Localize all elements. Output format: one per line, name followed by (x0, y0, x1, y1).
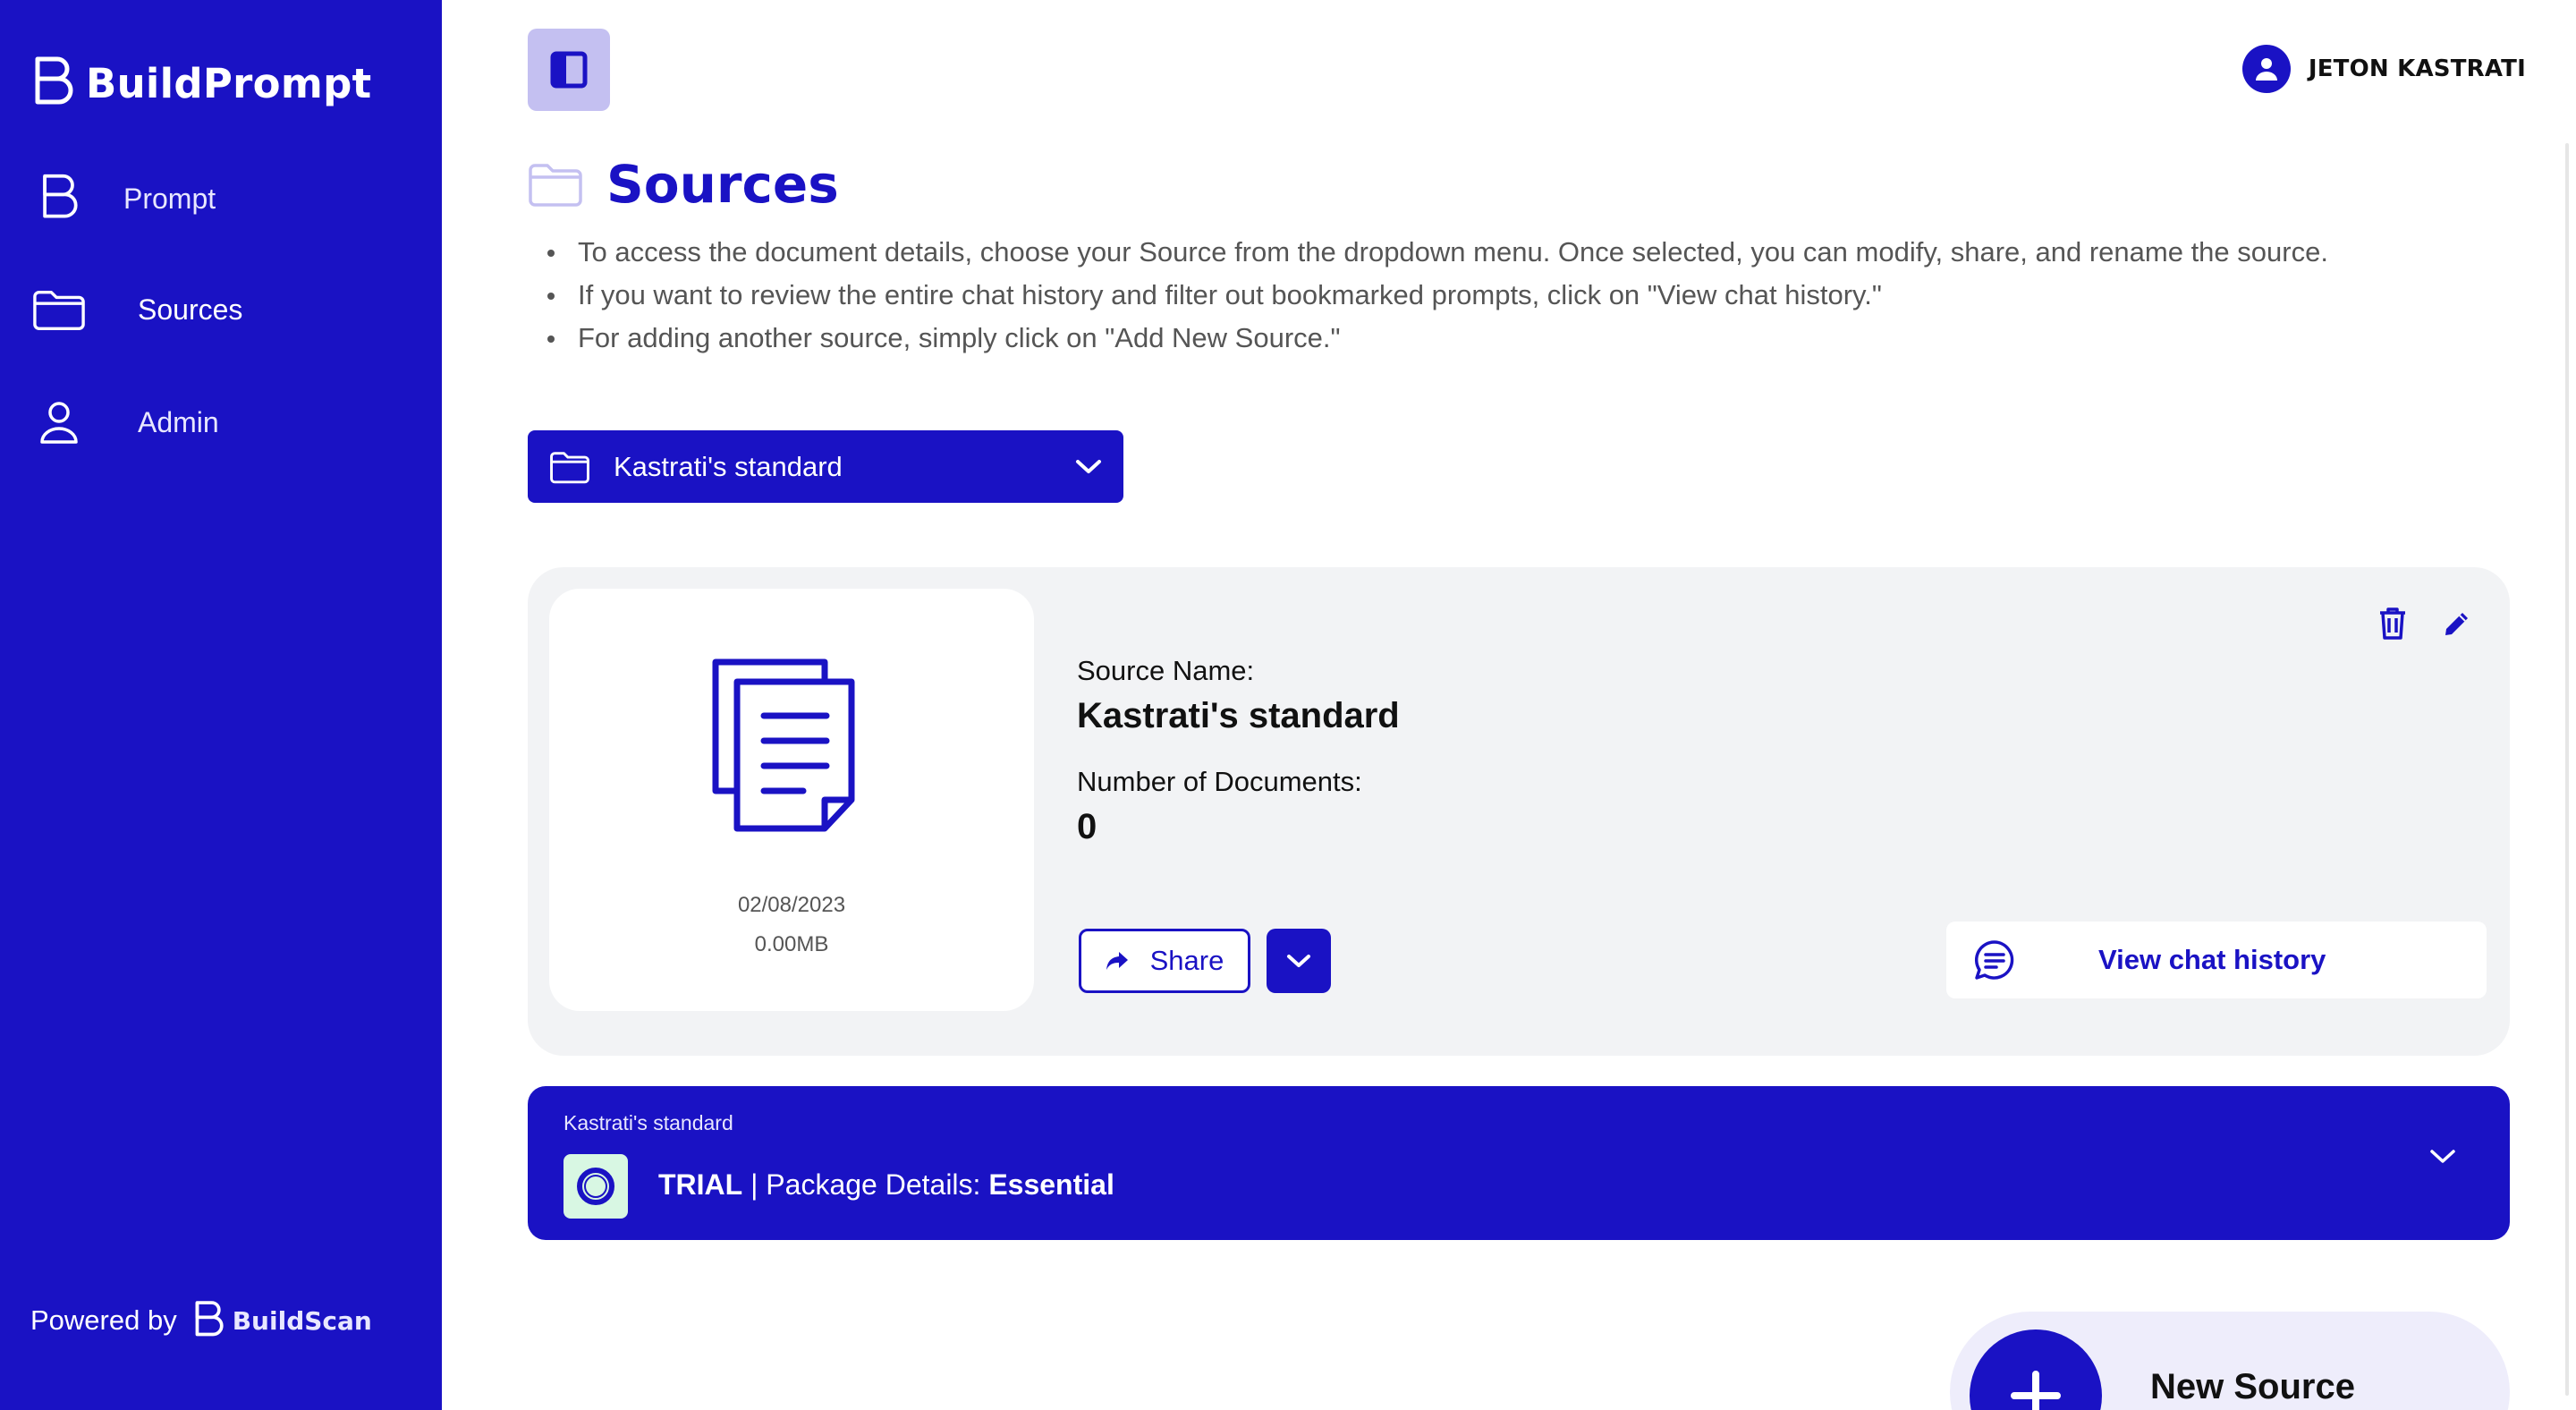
sidebar-item-prompt[interactable]: Prompt (32, 172, 216, 225)
instruction-item: If you want to review the entire chat hi… (547, 274, 2328, 317)
panel-toggle-icon (550, 51, 588, 89)
buildprompt-logo-icon (35, 56, 73, 105)
new-source-button[interactable]: New Source (1950, 1312, 2510, 1410)
source-dropdown[interactable]: Kastrati's standard (528, 430, 1123, 503)
brand[interactable]: BuildPrompt (32, 55, 371, 111)
share-options-button[interactable] (1267, 929, 1331, 993)
powered-by-text: Powered by (30, 1304, 177, 1336)
ring-icon (577, 1168, 614, 1205)
package-details-bar[interactable]: Kastrati's standard TRIAL | Package Deta… (528, 1086, 2510, 1240)
sidebar-item-admin[interactable]: Admin (32, 395, 219, 449)
pencil-icon (2445, 613, 2468, 635)
instructions-list: To access the document details, choose y… (547, 231, 2328, 360)
package-expand-button[interactable] (2429, 1149, 2456, 1169)
share-button[interactable]: Share (1079, 929, 1250, 993)
sidebar-item-label: Prompt (123, 182, 216, 215)
folder-icon (550, 451, 589, 483)
package-details-label: | Package Details: (750, 1168, 981, 1201)
user-icon (2255, 58, 2277, 81)
num-documents-value: 0 (1077, 807, 1097, 846)
powered-by: Powered by BuildScan (30, 1299, 372, 1342)
package-details-text: TRIAL | Package Details: Essential (658, 1168, 1114, 1202)
sidebar-item-label: Sources (138, 293, 243, 326)
document-size: 0.00MB (754, 932, 829, 956)
delete-button[interactable] (2370, 601, 2415, 646)
view-chat-history-label: View chat history (2098, 944, 2326, 975)
brand-name: BuildPrompt (86, 59, 372, 107)
chevron-down-icon (2430, 1150, 2455, 1163)
num-documents-label: Number of Documents: (1077, 766, 1362, 797)
sidebar: BuildPrompt Prompt Sources Admin Powered… (0, 0, 442, 1410)
page-title-text: Sources (606, 154, 839, 215)
chevron-down-icon (1287, 955, 1310, 967)
share-arrow-icon (1106, 952, 1128, 970)
package-source-name: Kastrati's standard (564, 1111, 733, 1134)
user-name: JETON KASTRATI (2308, 55, 2526, 82)
source-name-label: Source Name: (1077, 655, 1255, 686)
user-menu[interactable]: JETON KASTRATI (2241, 45, 2526, 93)
user-icon (32, 395, 86, 449)
folder-icon (529, 164, 582, 207)
share-label: Share (1149, 945, 1224, 976)
source-dropdown-value: Kastrati's standard (614, 450, 843, 482)
sidebar-item-sources[interactable]: Sources (32, 283, 242, 336)
package-status: TRIAL (658, 1168, 743, 1201)
documents-icon (712, 658, 855, 832)
plus-icon (1970, 1329, 2102, 1410)
buildprompt-logo-icon (32, 172, 86, 225)
package-plan: Essential (988, 1168, 1114, 1201)
source-name-value: Kastrati's standard (1077, 696, 1400, 735)
chevron-down-icon (1076, 459, 1101, 473)
scrollbar[interactable] (2565, 143, 2569, 1396)
sidebar-toggle-button[interactable] (528, 29, 610, 111)
sidebar-item-label: Admin (138, 405, 219, 438)
chat-icon (1974, 940, 2014, 980)
trash-icon (2380, 607, 2405, 640)
source-card: 02/08/2023 0.00MB Source Name: Kastrati'… (528, 567, 2510, 1056)
package-badge (564, 1154, 628, 1219)
instruction-item: For adding another source, simply click … (547, 317, 2328, 360)
buildscan-logo: BuildScan (193, 1299, 372, 1342)
buildscan-logo-icon (195, 1301, 224, 1337)
document-date: 02/08/2023 (737, 893, 846, 917)
view-chat-history-button[interactable]: View chat history (1946, 922, 2487, 998)
new-source-label: New Source (2150, 1367, 2355, 1406)
avatar (2241, 45, 2291, 93)
edit-button[interactable] (2435, 601, 2479, 646)
folder-icon (32, 283, 86, 336)
buildscan-name: BuildScan (232, 1305, 372, 1336)
page-title: Sources (528, 154, 839, 215)
document-tile: 02/08/2023 0.00MB (549, 589, 1034, 1011)
instruction-item: To access the document details, choose y… (547, 231, 2328, 274)
